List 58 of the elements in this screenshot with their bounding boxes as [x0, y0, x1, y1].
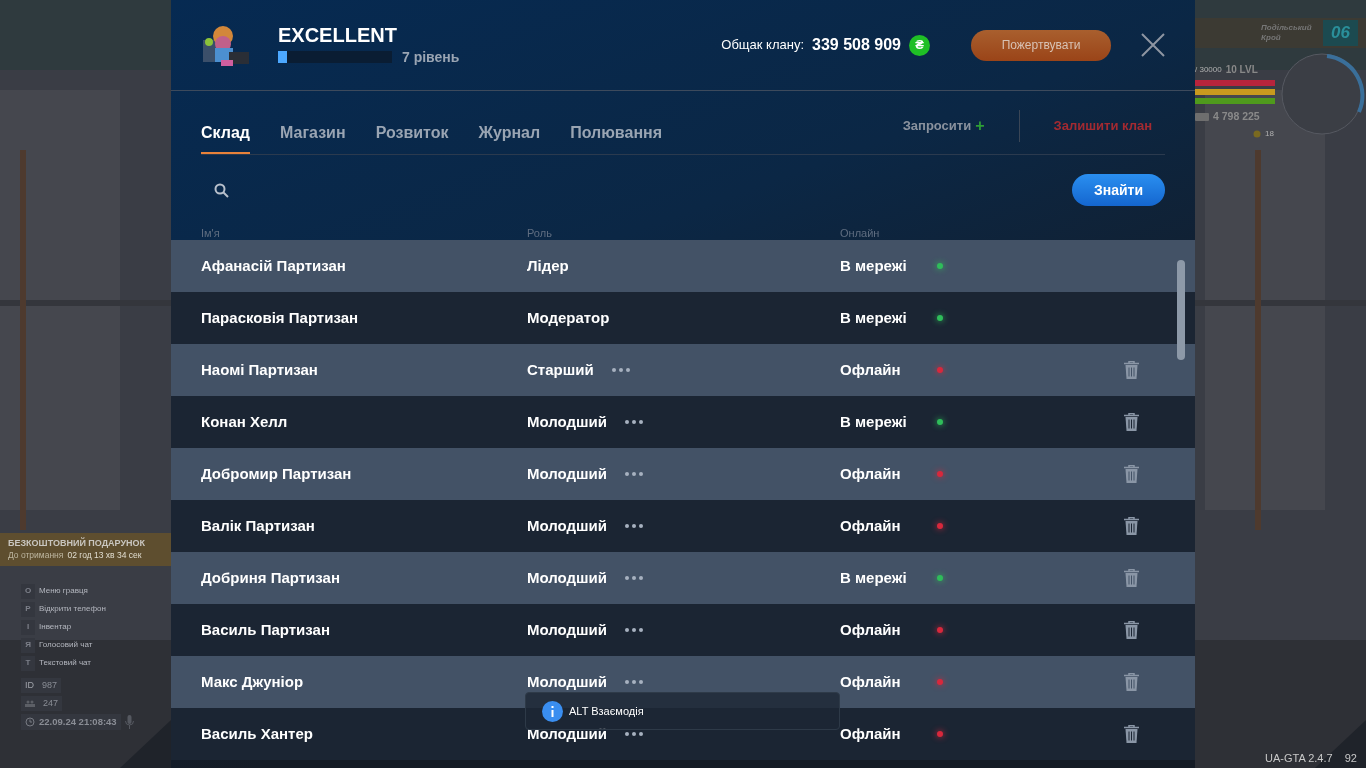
member-status: В мережі [840, 411, 908, 432]
coins: 18 [1265, 127, 1274, 140]
member-role: Молодший [527, 411, 608, 432]
hotkey-label: Голосовий чат [39, 639, 93, 652]
member-role: Старший [527, 359, 594, 380]
member-role: Модератор [527, 307, 610, 328]
member-name: Наомі Партизан [201, 359, 319, 380]
member-status: В мережі [840, 307, 908, 328]
version-label: UA-GTA 2.4.7 [1265, 750, 1333, 766]
member-status: В мережі [840, 567, 908, 588]
clan-level: 7 рівень [402, 47, 460, 67]
clan-name: EXCELLENT [278, 22, 398, 47]
column-header: Ім'я [201, 226, 221, 241]
member-role: Молодший [527, 567, 608, 588]
member-name: Конан Хелл [201, 411, 289, 432]
member-name: Василь Партизан [201, 619, 331, 640]
member-role: Молодший [527, 463, 608, 484]
gift-title: БЕЗКОШТОВНИЙ ПОДАРУНОК [8, 537, 147, 549]
players-count: 247 [43, 696, 59, 710]
player-id: 987 [42, 678, 58, 692]
hotkey-label: Меню гравця [39, 585, 88, 598]
treasury-label: Общак клану: [721, 36, 804, 55]
money: 4 798 225 [1213, 109, 1260, 124]
gift-timer: 02 год 13 хв 34 сек [67, 549, 142, 562]
member-role: Молодший [527, 723, 608, 744]
zone-name: Подільський Крой [1261, 23, 1313, 43]
member-status: Офлайн [840, 619, 902, 640]
hotkey-label: Інвентар [39, 621, 72, 634]
member-role: Молодший [527, 515, 608, 536]
member-role: Лідер [527, 255, 569, 276]
zone-number: 06 [1323, 20, 1358, 46]
member-status: В мережі [840, 255, 908, 276]
id-label: ID [25, 678, 34, 692]
member-status: Офлайн [840, 671, 902, 692]
member-name: Валік Партизан [201, 515, 316, 536]
member-role: Молодший [527, 619, 608, 640]
fps-counter: 92 [1344, 750, 1357, 766]
member-status: Офлайн [840, 359, 902, 380]
member-name: Афанасій Партизан [201, 255, 347, 276]
xp-reading: / 30000 [1195, 63, 1222, 76]
player-level: 10 LVL [1225, 63, 1258, 77]
column-header: Роль [527, 226, 553, 241]
treasury-amount: 339 508 909 [812, 35, 901, 55]
member-role: Молодший [527, 671, 608, 692]
hotkey-label: Відкрити телефон [39, 603, 106, 616]
member-name: Василь Хантер [201, 723, 314, 744]
member-status: Офлайн [840, 723, 902, 744]
member-name: Добриня Партизан [201, 567, 341, 588]
gift-timer-label: До отримання [8, 549, 64, 562]
datetime: 22.09.24 21:08:43 [39, 714, 117, 729]
hotkey-label: Текстовий чат [39, 657, 91, 670]
member-name: Добромир Партизан [201, 463, 353, 484]
member-name: Парасковія Партизан [201, 307, 360, 328]
column-header: Онлайн [840, 226, 880, 241]
hryvnia-icon: ₴ [909, 34, 930, 56]
member-name: Макс Джуніор [201, 671, 305, 692]
member-status: Офлайн [840, 515, 902, 536]
member-status: Офлайн [840, 463, 902, 484]
